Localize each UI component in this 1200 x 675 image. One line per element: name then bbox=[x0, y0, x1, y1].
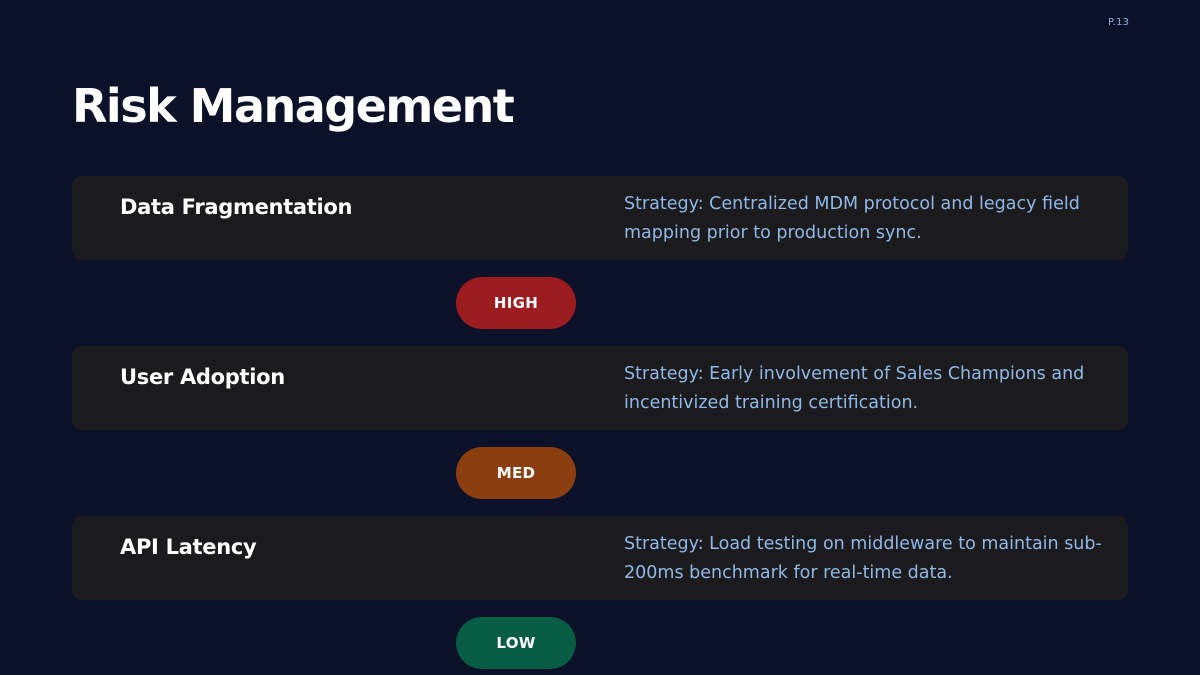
risk-name: API Latency bbox=[120, 535, 257, 559]
risk-card-data-fragmentation: Data Fragmentation Strategy: Centralized… bbox=[72, 176, 1128, 260]
risk-name: User Adoption bbox=[120, 365, 285, 389]
severity-badge-low: LOW bbox=[456, 617, 576, 669]
page-title: Risk Management bbox=[72, 79, 515, 133]
severity-badge-high: HIGH bbox=[456, 277, 576, 329]
risk-name: Data Fragmentation bbox=[120, 195, 353, 219]
risk-card-user-adoption: User Adoption Strategy: Early involvemen… bbox=[72, 346, 1128, 430]
risk-strategy: Strategy: Centralized MDM protocol and l… bbox=[624, 194, 1080, 243]
severity-badge-med: MED bbox=[456, 447, 576, 499]
risk-strategy: Strategy: Load testing on middleware to … bbox=[624, 534, 1102, 583]
risk-card-api-latency: API Latency Strategy: Load testing on mi… bbox=[72, 516, 1128, 600]
risk-strategy: Strategy: Early involvement of Sales Cha… bbox=[624, 364, 1085, 413]
page-number: P.13 bbox=[1108, 17, 1130, 28]
